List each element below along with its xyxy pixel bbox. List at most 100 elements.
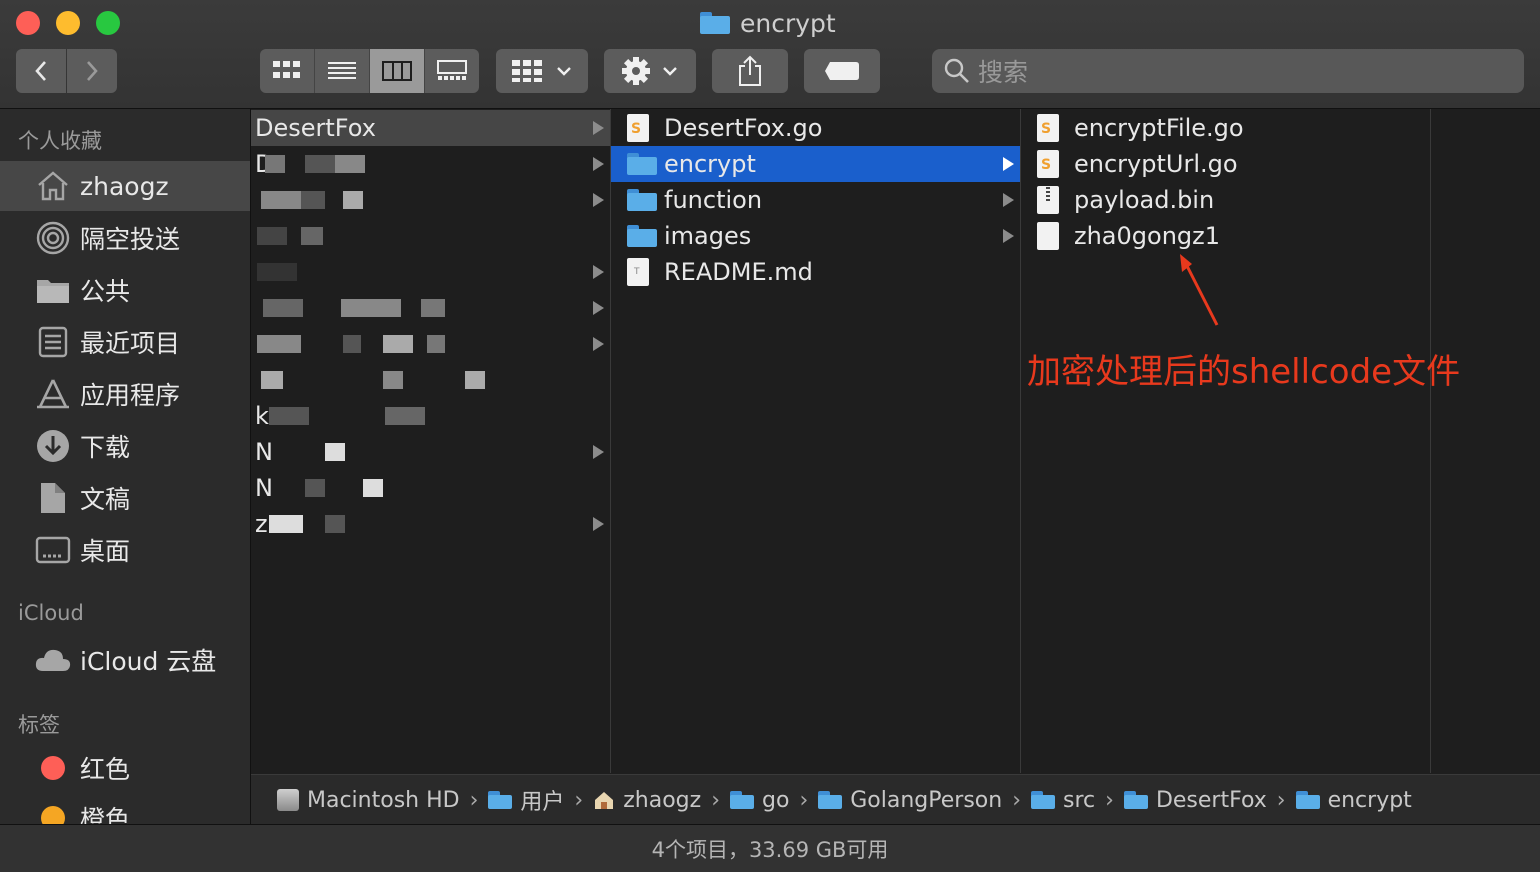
sidebar-item-tag-orange[interactable]: 橙色 <box>0 793 250 824</box>
forward-button[interactable] <box>67 49 117 93</box>
sidebar-item-label: zhaogz <box>80 171 169 201</box>
list-item-redacted[interactable] <box>251 362 610 398</box>
status-text: 4个项目，33.69 GB可用 <box>651 838 889 862</box>
folder-icon <box>818 791 843 809</box>
breadcrumb-label: encrypt <box>1327 787 1412 813</box>
folder-icon <box>1031 791 1055 809</box>
column-view-button[interactable] <box>370 49 425 93</box>
gallery-view-button[interactable] <box>425 49 479 93</box>
sidebar-item-label: 橙色 <box>80 805 131 824</box>
zoom-button[interactable] <box>96 11 120 35</box>
icon-view-button[interactable] <box>260 49 315 93</box>
breadcrumb-macintosh-hd[interactable]: Macintosh HD <box>277 788 460 813</box>
go-file-icon: S <box>1037 150 1059 178</box>
list-item-images-folder[interactable]: images <box>611 218 1020 254</box>
search-placeholder: 搜索 <box>978 58 1029 87</box>
list-icon <box>328 62 356 79</box>
disclosure-arrow-icon <box>1003 157 1014 171</box>
breadcrumb-label: src <box>1063 787 1096 813</box>
sidebar-item-documents[interactable]: 文稿 <box>0 473 250 523</box>
sidebar-item-tag-red[interactable]: 红色 <box>0 743 250 793</box>
list-item-redacted[interactable] <box>251 326 610 362</box>
sidebar-section-favorites: 个人收藏 <box>18 129 102 153</box>
annotation-arrow-icon <box>1180 254 1219 326</box>
sidebar-item-airdrop[interactable]: 隔空投送 <box>0 213 250 263</box>
back-button[interactable] <box>16 49 66 93</box>
recents-icon <box>34 323 72 361</box>
breadcrumb-separator-icon: › <box>1105 787 1114 813</box>
toolbar: encrypt 搜索 <box>0 0 1540 109</box>
breadcrumb-go[interactable]: go <box>730 788 789 813</box>
breadcrumb-desertfox[interactable]: DesertFox <box>1123 788 1267 813</box>
sidebar-item-zhaogz[interactable]: zhaogz <box>0 161 250 211</box>
item-name: encrypt <box>664 150 756 178</box>
chevron-right-icon <box>87 61 98 81</box>
list-item-redacted[interactable] <box>251 182 610 218</box>
item-name: N <box>255 438 273 466</box>
search-icon <box>944 58 969 83</box>
item-name: N <box>255 474 273 502</box>
folder-icon <box>627 189 657 211</box>
home-icon <box>595 792 614 809</box>
disclosure-arrow-icon <box>593 517 604 531</box>
list-view-button[interactable] <box>315 49 370 93</box>
share-button[interactable] <box>712 49 788 93</box>
tags-button[interactable] <box>804 49 880 93</box>
breadcrumb-label: GolangPerson <box>850 787 1003 813</box>
disclosure-arrow-icon <box>593 193 604 207</box>
breadcrumb-encrypt[interactable]: encrypt <box>1295 787 1412 813</box>
column-3: S encryptFile.go S encryptUrl.go payload… <box>1021 109 1431 773</box>
sidebar-item-label: 下载 <box>80 433 131 462</box>
breadcrumb-label: zhaogz <box>623 787 702 813</box>
list-item-redacted[interactable]: k <box>251 398 610 434</box>
list-item-encrypturl-go[interactable]: S encryptUrl.go <box>1021 146 1430 182</box>
list-item-redacted[interactable] <box>251 218 610 254</box>
list-item[interactable]: DesertFox <box>251 110 610 146</box>
list-item-redacted[interactable]: N <box>251 470 610 506</box>
sidebar-item-recents[interactable]: 最近项目 <box>0 317 250 367</box>
list-item-payload-bin[interactable]: payload.bin <box>1021 182 1430 218</box>
window-title: encrypt <box>700 8 836 38</box>
list-item-redacted[interactable]: z <box>251 506 610 542</box>
list-item-encrypt-folder[interactable]: encrypt <box>611 146 1020 182</box>
breadcrumb-separator-icon: › <box>1012 787 1021 813</box>
item-name: DesertFox <box>255 114 376 142</box>
list-item-redacted[interactable]: N <box>251 434 610 470</box>
sidebar-item-applications[interactable]: 应用程序 <box>0 369 250 419</box>
folder-icon <box>730 791 754 809</box>
list-item-redacted[interactable] <box>251 290 610 326</box>
search-field[interactable]: 搜索 <box>932 49 1524 93</box>
breadcrumb-golangperson[interactable]: GolangPerson <box>818 788 1002 813</box>
sidebar-section-tags: 标签 <box>18 713 60 737</box>
sidebar-item-icloud-drive[interactable]: iCloud 云盘 <box>0 635 250 685</box>
hard-drive-icon <box>277 789 299 811</box>
sidebar-item-desktop[interactable]: 桌面 <box>0 525 250 575</box>
chevron-left-icon <box>35 61 46 81</box>
list-item-redacted[interactable]: D <box>251 146 610 182</box>
action-menu-button[interactable] <box>604 49 696 93</box>
list-item-readme[interactable]: T README.md <box>611 254 1020 290</box>
minimize-button[interactable] <box>56 11 80 35</box>
disclosure-arrow-icon <box>593 157 604 171</box>
sidebar-item-label: 应用程序 <box>80 381 181 410</box>
list-item-encryptfile-go[interactable]: S encryptFile.go <box>1021 110 1430 146</box>
list-item-function-folder[interactable]: function <box>611 182 1020 218</box>
list-item-desertfox-go[interactable]: S DesertFox.go <box>611 110 1020 146</box>
list-item-zha0gongz1[interactable]: zha0gongz1 <box>1021 218 1430 254</box>
breadcrumb-separator-icon: › <box>1276 787 1286 813</box>
list-item-redacted[interactable] <box>251 254 610 290</box>
sidebar-item-public[interactable]: 公共 <box>0 265 250 315</box>
breadcrumb-label: 用户 <box>520 790 565 815</box>
breadcrumb-src[interactable]: src <box>1031 788 1095 813</box>
item-name: README.md <box>664 258 813 286</box>
breadcrumb-users[interactable]: 用户 <box>488 784 564 816</box>
close-button[interactable] <box>16 11 40 35</box>
sidebar-item-label: iCloud 云盘 <box>80 647 217 676</box>
item-name: zha0gongz1 <box>1074 222 1221 250</box>
sidebar-item-downloads[interactable]: 下载 <box>0 421 250 471</box>
breadcrumb-separator-icon: › <box>469 787 479 813</box>
tag-icon <box>825 62 859 80</box>
breadcrumb-zhaogz[interactable]: zhaogz <box>593 788 701 813</box>
group-by-button[interactable] <box>496 49 588 93</box>
sidebar-item-label: 隔空投送 <box>80 225 181 254</box>
